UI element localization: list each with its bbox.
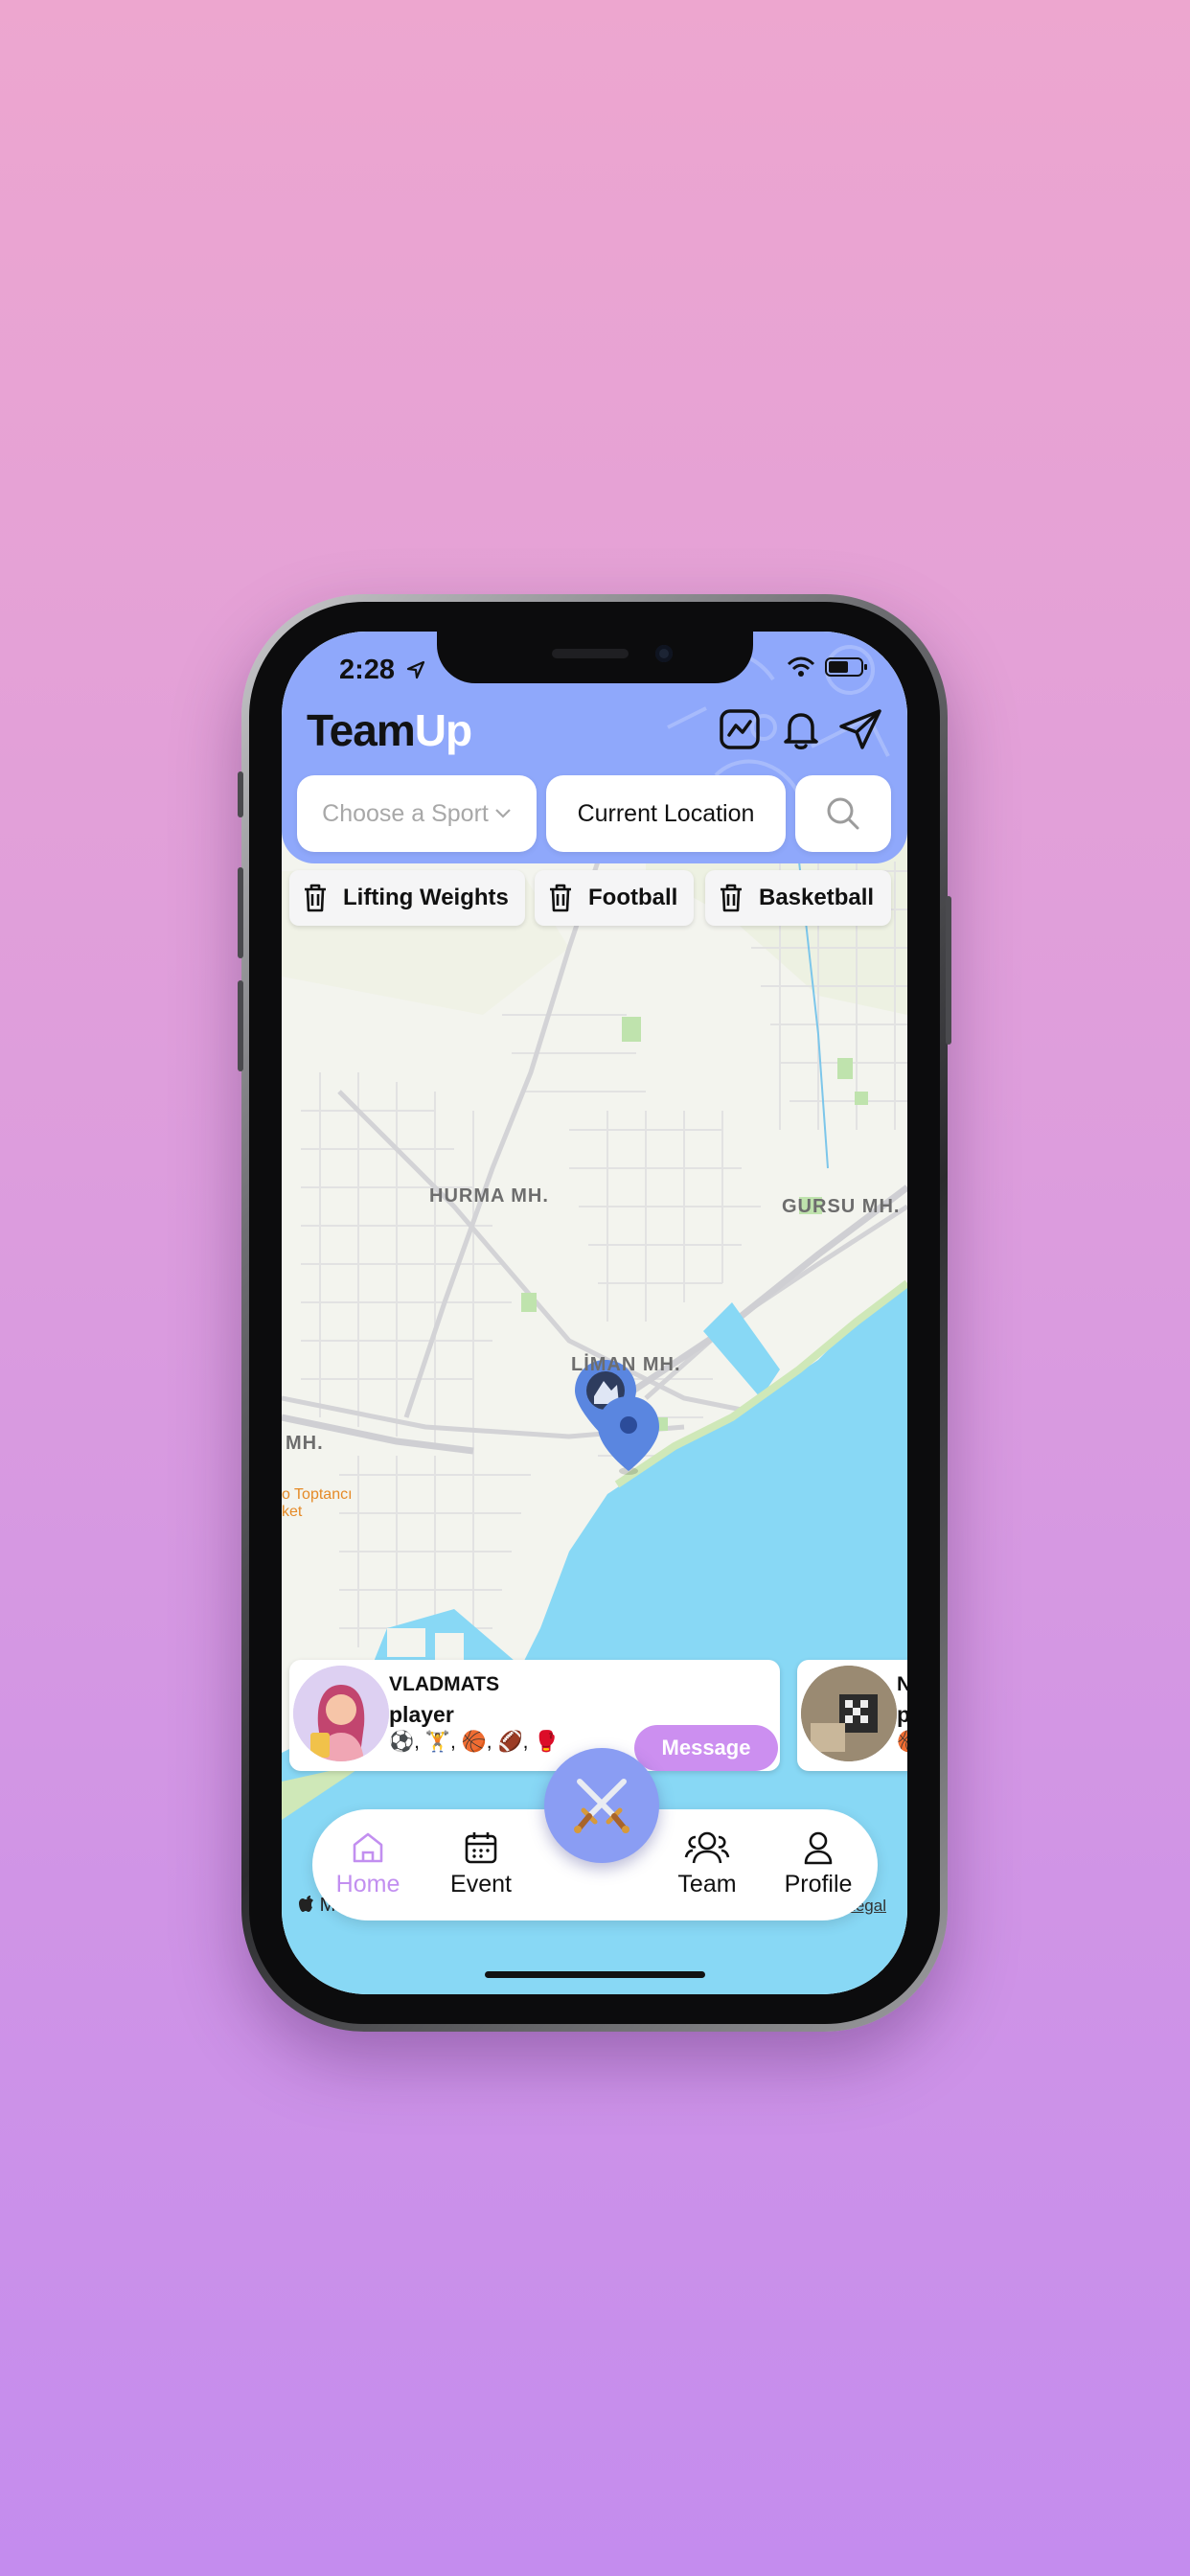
- search-button[interactable]: [795, 775, 891, 852]
- filter-chip-label: Lifting Weights: [343, 885, 509, 910]
- filter-chip-basketball[interactable]: Basketball: [705, 870, 891, 926]
- filter-chip-lifting-weights[interactable]: Lifting Weights: [289, 870, 525, 926]
- status-time-text: 2:28: [339, 655, 396, 685]
- tab-event-label: Event: [450, 1871, 512, 1898]
- message-button[interactable]: Message: [634, 1725, 778, 1771]
- team-icon: [684, 1831, 730, 1864]
- profile-icon: [804, 1831, 833, 1865]
- chevron-down-icon: [495, 809, 511, 818]
- wifi-icon: [787, 656, 815, 677]
- sport-select-placeholder: Choose a Sport: [322, 799, 489, 827]
- tab-team[interactable]: Team: [659, 1828, 755, 1898]
- player-sports: ⚽, 🏋, 🏀, 🏈, 🥊: [389, 1731, 560, 1753]
- player-role: player: [389, 1702, 454, 1727]
- app-logo: TeamUp: [307, 704, 472, 756]
- player-name: Ne: [897, 1673, 907, 1695]
- current-location-label: Current Location: [577, 799, 755, 827]
- battery-icon: [825, 657, 867, 677]
- tab-team-label: Team: [677, 1871, 737, 1898]
- map-poi-line1: o Toptancı: [282, 1486, 353, 1503]
- crossed-swords-icon: [574, 1779, 629, 1833]
- trash-icon[interactable]: [719, 884, 744, 912]
- player-card[interactable]: VLADMATS player ⚽, 🏋, 🏀, 🏈, 🥊 Message: [289, 1660, 780, 1771]
- current-location-button[interactable]: Current Location: [546, 775, 786, 852]
- player-card[interactable]: Ne pl 🏀: [797, 1660, 907, 1771]
- trash-icon[interactable]: [548, 884, 573, 912]
- tab-profile[interactable]: Profile: [770, 1828, 866, 1898]
- tab-profile-label: Profile: [784, 1871, 853, 1898]
- player-role: pl: [897, 1702, 907, 1727]
- status-icons: [787, 656, 869, 678]
- map-poi-line2: ket: [282, 1504, 303, 1520]
- apple-logo-icon: [299, 1896, 313, 1912]
- home-indicator[interactable]: [485, 1971, 705, 1978]
- filter-chip-label: Football: [588, 885, 678, 910]
- status-time: 2:28: [339, 655, 425, 686]
- map-label-left: MH.: [286, 1433, 324, 1454]
- center-action-button[interactable]: [544, 1748, 659, 1863]
- player-name: VLADMATS: [389, 1673, 500, 1695]
- sport-select[interactable]: Choose a Sport: [297, 775, 537, 852]
- tab-home-label: Home: [335, 1871, 400, 1898]
- location-arrow-icon: [407, 660, 425, 679]
- trash-icon[interactable]: [303, 884, 328, 912]
- bell-icon[interactable]: [778, 706, 824, 752]
- earpiece: [552, 649, 629, 658]
- search-icon: [827, 797, 859, 830]
- device-notch: [437, 632, 753, 683]
- calendar-icon: [465, 1832, 497, 1864]
- app-logo-up: Up: [414, 705, 472, 755]
- front-camera: [655, 645, 673, 662]
- tab-home[interactable]: Home: [320, 1828, 416, 1898]
- avatar: [293, 1666, 389, 1761]
- avatar: [801, 1666, 897, 1761]
- map-label-liman: LİMAN MH.: [571, 1354, 681, 1375]
- map-poi[interactable]: o Toptancı ket: [282, 1486, 353, 1521]
- map-label-gursu: GURSU MH.: [782, 1196, 901, 1217]
- send-icon[interactable]: [837, 706, 883, 752]
- app-logo-team: Team: [307, 705, 416, 755]
- chart-icon[interactable]: [717, 706, 763, 752]
- screen: ULUÇ MH. HURMA MH. GURSU MH. LİMAN MH. M…: [282, 632, 907, 1994]
- filter-chip-football[interactable]: Football: [535, 870, 694, 926]
- map-label-hurma: HURMA MH.: [429, 1185, 549, 1207]
- filter-chip-label: Basketball: [759, 885, 875, 910]
- home-icon: [353, 1832, 383, 1863]
- tab-event[interactable]: Event: [433, 1828, 529, 1898]
- player-sports: 🏀: [897, 1731, 907, 1754]
